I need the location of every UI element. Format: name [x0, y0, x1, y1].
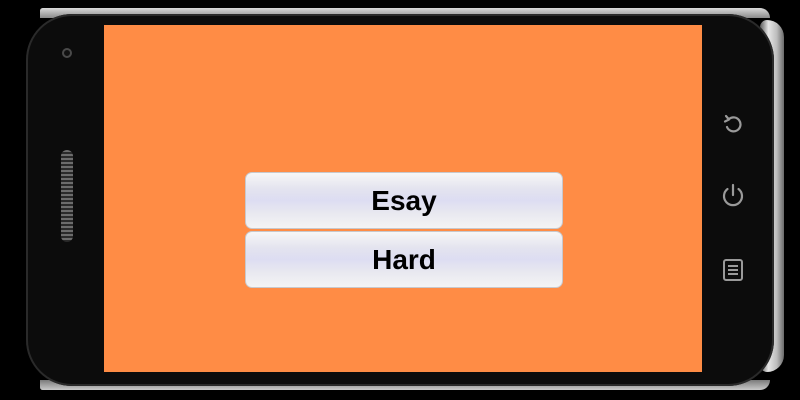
front-camera-icon [62, 48, 72, 58]
easy-button[interactable]: Esay [245, 172, 563, 229]
speaker-grille [61, 150, 73, 242]
hard-button[interactable]: Hard [245, 231, 563, 288]
menu-icon[interactable] [718, 255, 748, 285]
app-screen: Esay Hard [104, 25, 702, 372]
power-icon[interactable] [718, 180, 748, 210]
stage: Esay Hard [0, 0, 800, 400]
difficulty-menu: Esay Hard [245, 172, 563, 290]
back-icon[interactable] [718, 110, 748, 140]
